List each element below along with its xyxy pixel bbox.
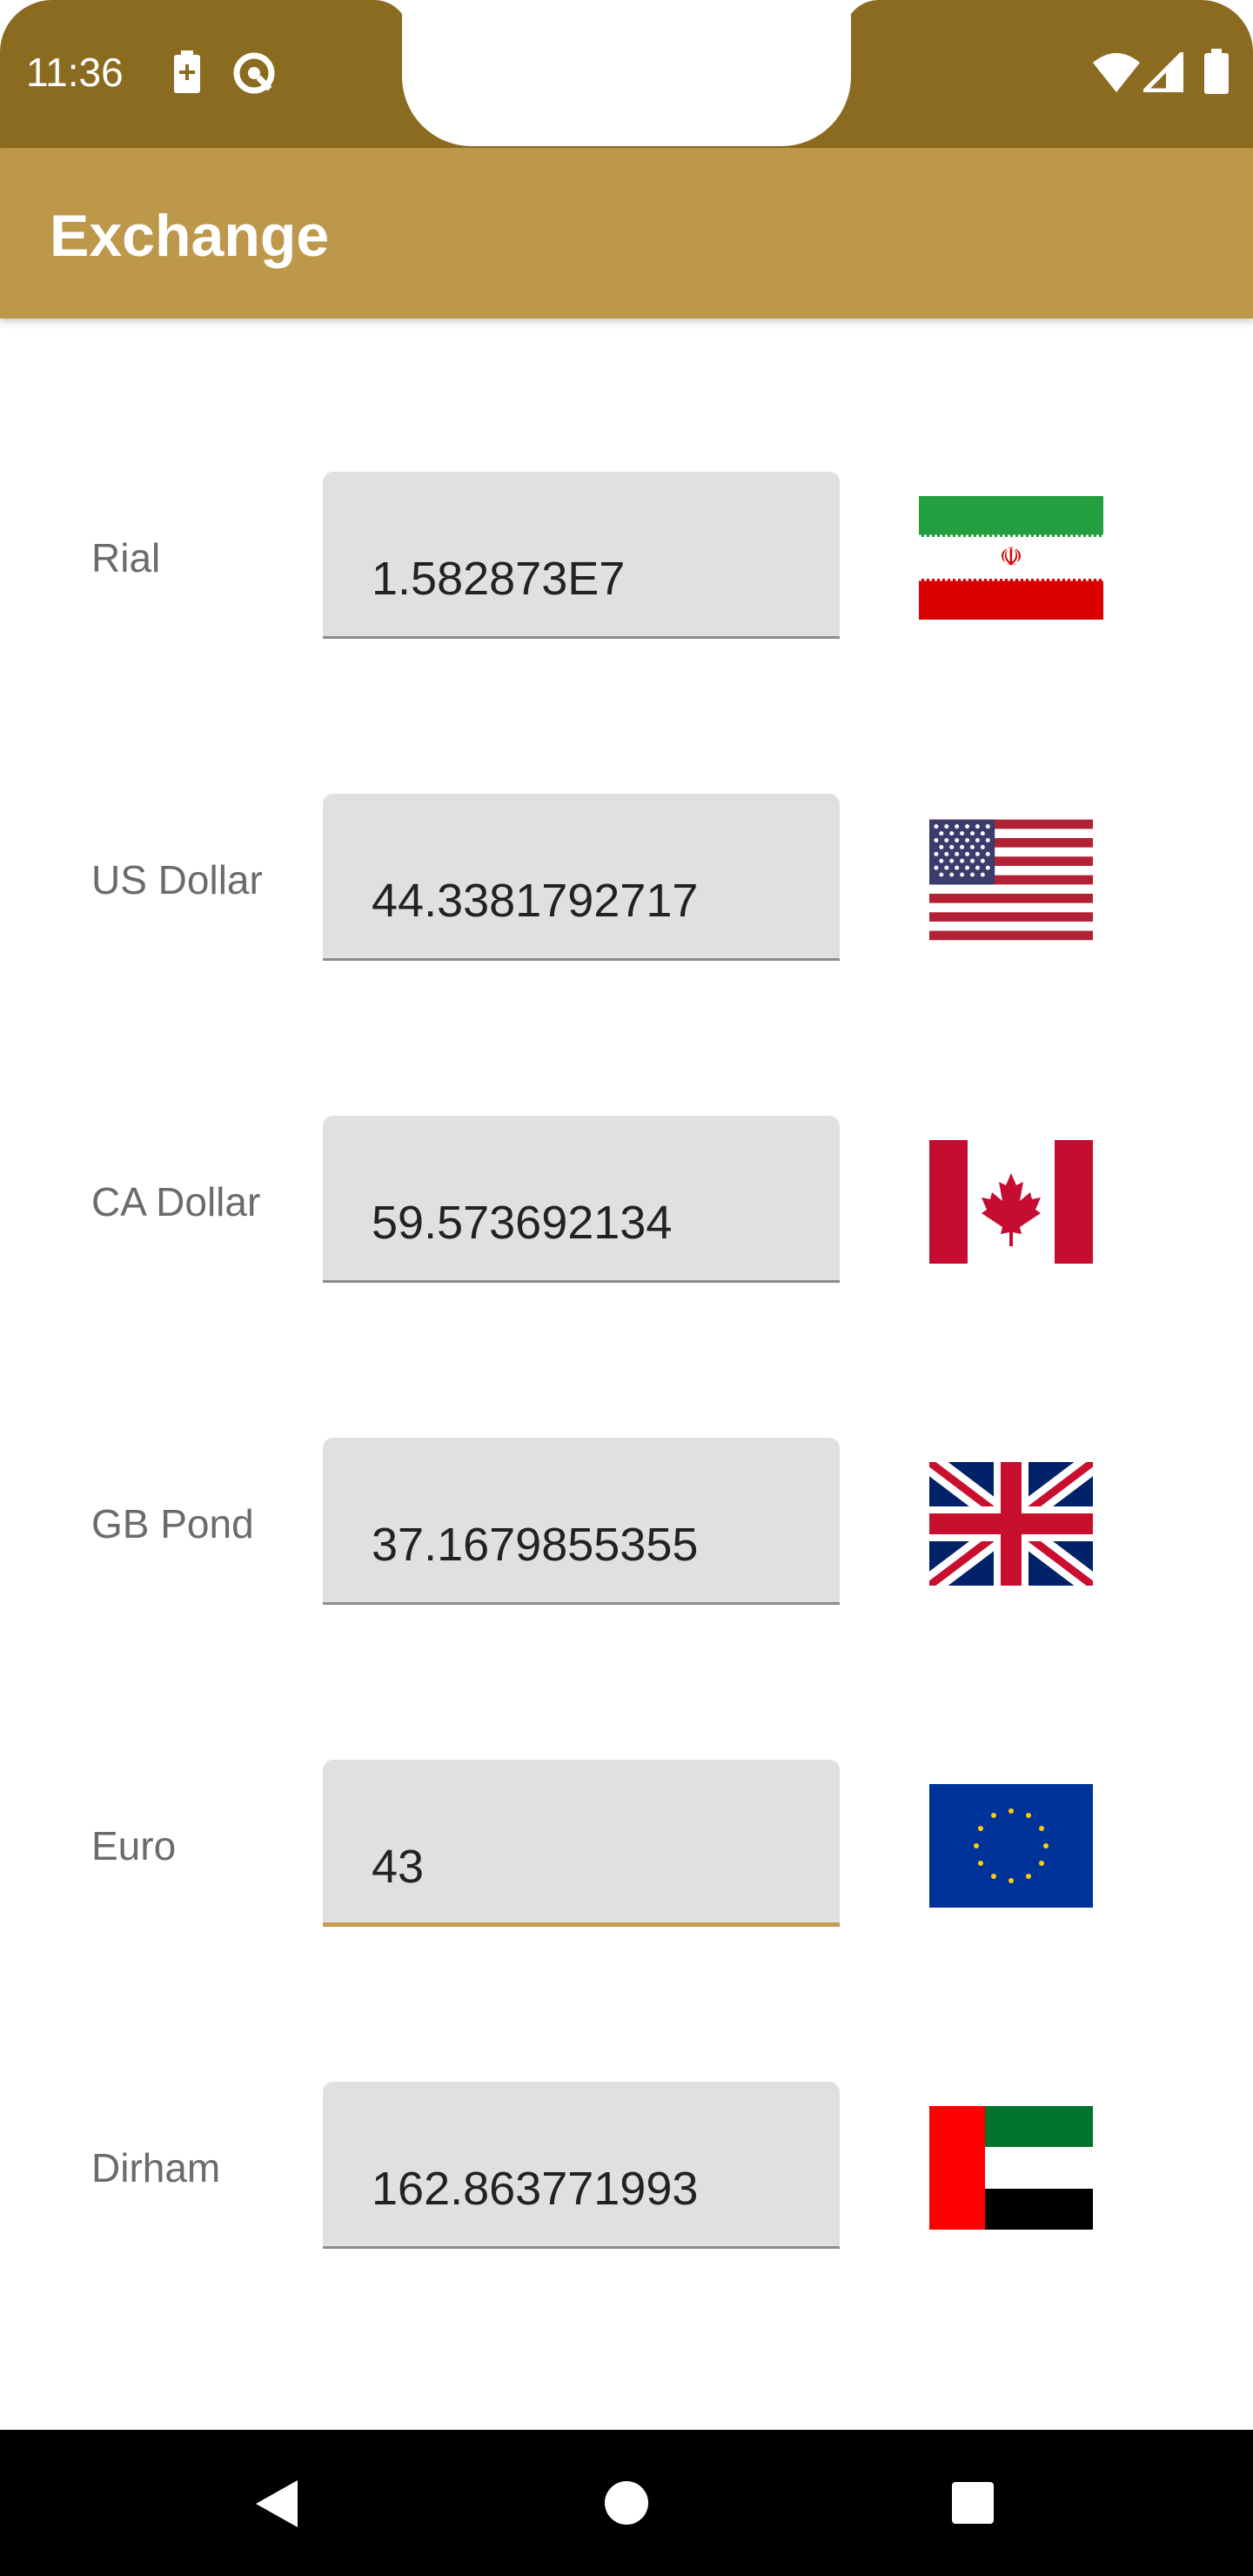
canada-flag-icon <box>929 1140 1093 1264</box>
page-title: Exchange <box>50 203 330 269</box>
amount-input-euro[interactable]: 43 <box>323 1760 840 1927</box>
currency-label: GB Pond <box>91 1501 254 1546</box>
amount-value: 44.3381792717 <box>372 875 699 927</box>
currency-label: Dirham <box>91 2145 221 2190</box>
camera-notch <box>402 0 851 146</box>
recents-icon[interactable] <box>950 2480 995 2526</box>
currency-label: US Dollar <box>91 857 263 902</box>
currency-row-ca-dollar: CA Dollar 59.573692134 <box>0 1116 1253 1286</box>
app-bar: Exchange <box>0 148 1253 319</box>
iran-flag-icon: ☫ <box>919 496 1103 620</box>
battery-icon <box>1204 49 1229 94</box>
currency-label: Rial <box>91 535 161 580</box>
battery-saver-icon <box>174 50 200 93</box>
amount-input-gb-pond[interactable]: 37.1679855355 <box>323 1438 840 1605</box>
amount-value: 1.582873E7 <box>372 553 626 605</box>
currency-row-us-dollar: US Dollar 44.3381792717 <box>0 794 1253 964</box>
uae-flag-icon <box>929 2106 1093 2230</box>
amount-value: 37.1679855355 <box>372 1519 699 1571</box>
amount-input-us-dollar[interactable]: 44.3381792717 <box>323 794 840 961</box>
status-time: 11:36 <box>26 50 124 95</box>
amount-input-dirham[interactable]: 162.863771993 <box>323 2082 840 2249</box>
amount-value: 43 <box>372 1841 425 1893</box>
currency-row-dirham: Dirham 162.863771993 <box>0 2082 1253 2252</box>
navigation-bar <box>0 2430 1253 2576</box>
usa-flag-icon <box>929 819 1093 941</box>
screen-corner-right <box>1201 0 1253 52</box>
amount-value: 59.573692134 <box>372 1197 673 1249</box>
eu-flag-icon <box>929 1784 1093 1908</box>
currency-label: CA Dollar <box>91 1179 261 1224</box>
currency-row-gb-pond: GB Pond 37.1679855355 <box>0 1438 1253 1608</box>
wifi-icon <box>1093 53 1140 92</box>
currency-label: Euro <box>91 1823 177 1868</box>
back-icon[interactable] <box>252 2479 301 2529</box>
amount-value: 162.863771993 <box>372 2163 699 2215</box>
currency-row-euro: Euro 43 <box>0 1760 1253 1930</box>
uk-flag-icon <box>929 1462 1093 1586</box>
amount-input-ca-dollar[interactable]: 59.573692134 <box>323 1116 840 1283</box>
currency-row-rial: Rial 1.582873E7 ☫ <box>0 472 1253 642</box>
amount-input-rial[interactable]: 1.582873E7 <box>323 472 840 639</box>
home-icon[interactable] <box>602 2479 651 2527</box>
status-bar: 11:36 <box>0 0 1253 148</box>
signal-icon <box>1143 52 1183 92</box>
data-saver-icon <box>233 52 275 94</box>
screen-corner-left <box>0 0 52 52</box>
svg-text:☫: ☫ <box>1000 542 1023 573</box>
